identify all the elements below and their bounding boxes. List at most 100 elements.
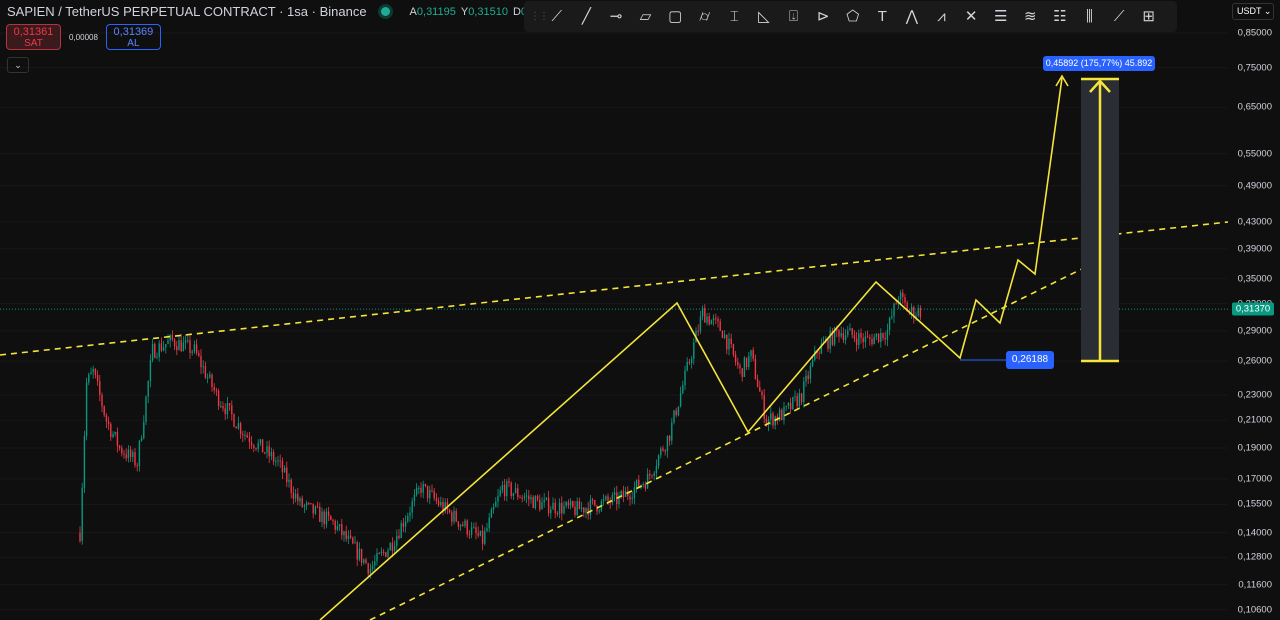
collapse-button[interactable]: ⌄ <box>7 57 29 73</box>
price-axis[interactable]: USDT ⌄ 0,85000 0,75000 0,65000 0,55000 0,490… <box>1228 0 1280 620</box>
candle <box>803 381 805 403</box>
crosshair-grid-icon[interactable]: ⊞ <box>1134 1 1164 32</box>
candle <box>893 303 895 317</box>
candle <box>281 460 284 473</box>
candle <box>662 448 664 451</box>
projection-icon[interactable]: ⟋ <box>1104 1 1134 32</box>
candle <box>244 435 246 437</box>
triangle-icon[interactable]: ◺ <box>749 1 779 32</box>
polyline-icon[interactable]: ⬠ <box>838 1 868 32</box>
candle <box>686 362 688 371</box>
sell-button[interactable]: 0,31361 SAT <box>6 24 61 50</box>
drawings[interactable] <box>0 74 1228 620</box>
xabcd-pattern-icon[interactable]: ✕ <box>956 1 986 32</box>
candle <box>363 559 365 563</box>
horizontal-line-icon[interactable]: ⊸ <box>601 1 631 32</box>
candle <box>415 487 418 495</box>
candle <box>202 366 204 368</box>
candle <box>519 497 521 499</box>
candle <box>294 493 297 499</box>
candle <box>594 499 596 506</box>
candle <box>431 490 433 492</box>
candle <box>552 502 554 510</box>
candle <box>787 402 790 406</box>
gann-box-icon[interactable]: ☷ <box>1045 1 1075 32</box>
price-label-icon[interactable]: ⍗ <box>779 1 809 32</box>
candle <box>866 336 869 338</box>
candle <box>706 316 708 323</box>
candle <box>651 475 653 477</box>
rectangle-icon[interactable]: ▢ <box>660 1 690 32</box>
currency-select[interactable]: USDT ⌄ <box>1232 3 1274 20</box>
vertical-range-icon[interactable]: ⌶ <box>720 1 750 32</box>
drag-handle-icon[interactable]: ⋮⋮ <box>530 11 549 22</box>
candle <box>206 377 209 379</box>
candle <box>701 307 704 317</box>
candle <box>611 494 614 503</box>
candle <box>888 317 891 331</box>
text-icon[interactable]: T <box>868 1 898 32</box>
candle <box>239 423 242 434</box>
candle <box>393 546 396 552</box>
bars-pattern-icon[interactable]: ⫼ <box>1075 1 1105 32</box>
candle <box>792 397 794 410</box>
candle <box>794 396 796 398</box>
candle <box>572 501 574 507</box>
candle <box>569 501 572 506</box>
price-tick: 0,14000 <box>1237 527 1272 539</box>
candle <box>127 449 130 459</box>
candle <box>167 340 169 345</box>
trend-line-icon[interactable]: ⟋ <box>542 1 572 32</box>
candle <box>360 548 363 563</box>
price-chart[interactable] <box>0 0 1228 620</box>
candle <box>717 318 719 322</box>
pitchfork-icon[interactable]: ⌭ <box>690 1 720 32</box>
projection-path[interactable] <box>319 77 1063 620</box>
candle <box>369 568 372 574</box>
candle <box>259 439 262 444</box>
candle <box>389 542 391 551</box>
candle <box>660 448 662 456</box>
candle <box>783 406 785 421</box>
candle <box>847 330 849 336</box>
candle <box>655 466 658 473</box>
candle <box>90 372 92 375</box>
candle <box>303 505 306 507</box>
candle <box>605 496 607 500</box>
ray-icon[interactable]: ╱ <box>572 1 602 32</box>
candle <box>134 452 136 466</box>
candle <box>358 548 361 560</box>
fib-fan-icon[interactable]: ⊳ <box>808 1 838 32</box>
path-icon[interactable]: ⩘ <box>927 1 957 32</box>
parallel-channel-icon[interactable]: ▱ <box>631 1 661 32</box>
buy-button[interactable]: 0,31369 AL <box>105 24 161 50</box>
candle <box>818 352 820 354</box>
candle <box>171 335 174 340</box>
candle <box>327 511 330 516</box>
candle <box>233 414 235 427</box>
pattern-icon[interactable]: ⋀ <box>897 1 927 32</box>
candle <box>288 479 290 483</box>
candle <box>101 394 103 407</box>
candle <box>613 492 616 495</box>
candle <box>752 350 754 359</box>
candle <box>591 499 594 501</box>
candle <box>226 403 229 415</box>
candle <box>495 501 497 508</box>
candle <box>763 395 765 419</box>
candle <box>877 333 880 342</box>
candle <box>882 333 884 338</box>
chart-header: SAPIEN / TetherUS PERPETUAL CONTRACT · 1… <box>7 4 584 19</box>
price-tick: 0,19000 <box>1237 442 1272 454</box>
candle <box>400 523 402 539</box>
candle <box>910 307 913 313</box>
candle <box>310 503 312 505</box>
candle <box>195 344 198 354</box>
fib-retracement-icon[interactable]: ☰ <box>986 1 1016 32</box>
fib-channel-icon[interactable]: ≋ <box>1016 1 1046 32</box>
candle <box>136 465 138 467</box>
candle <box>734 354 737 363</box>
candle <box>215 390 218 392</box>
candle <box>728 338 730 350</box>
symbol-title[interactable]: SAPIEN / TetherUS PERPETUAL CONTRACT · 1… <box>7 4 367 19</box>
